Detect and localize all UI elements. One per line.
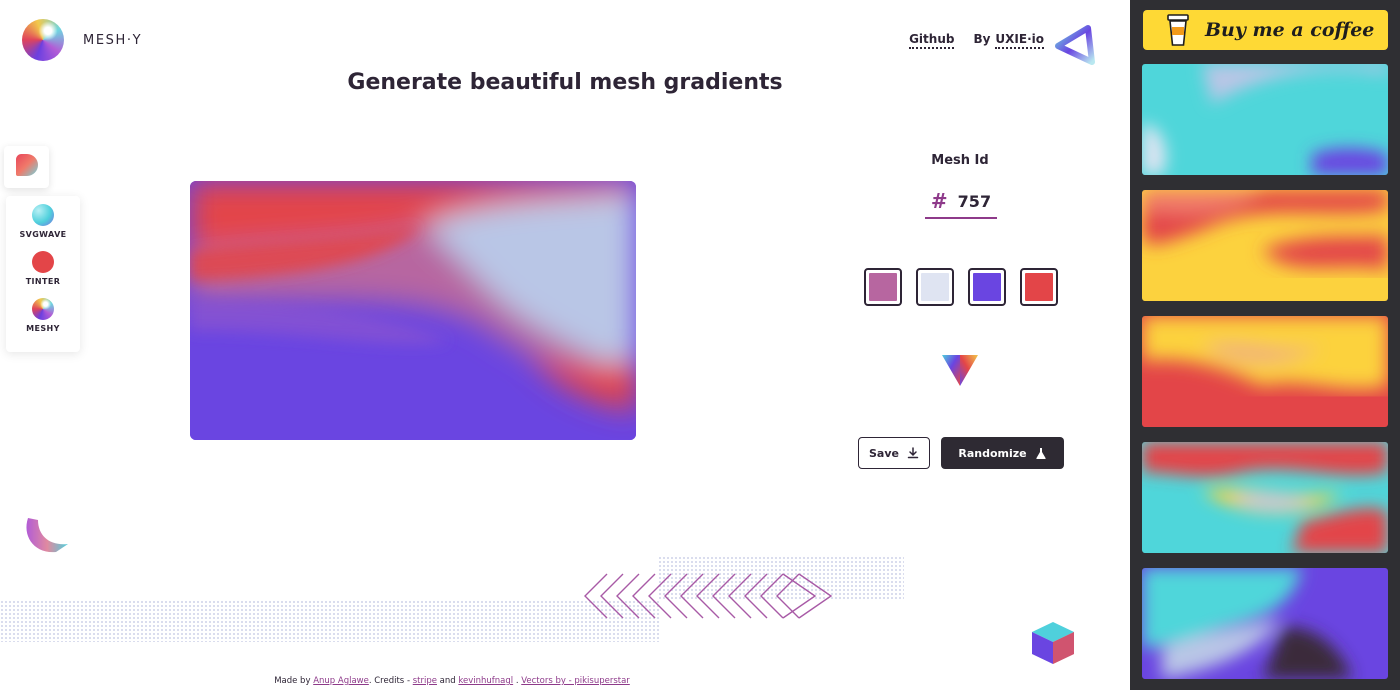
footer-made-by: Made by bbox=[274, 676, 311, 686]
sidebar-item-label: MESHY bbox=[26, 324, 60, 333]
tools-sidebar: SVGWAVE TINTER MESHY bbox=[6, 196, 80, 352]
randomize-label: Randomize bbox=[958, 446, 1027, 460]
gallery-thumbnail-1[interactable] bbox=[1142, 64, 1388, 175]
coffee-label: Buy me a coffee bbox=[1205, 19, 1375, 41]
by-prefix: By bbox=[973, 32, 991, 46]
sidebar-item-label: SVGWAVE bbox=[19, 230, 67, 239]
triangle-3d-icon bbox=[1055, 25, 1095, 65]
brand-mark-icon bbox=[16, 154, 38, 176]
thumbnail-gradient bbox=[1142, 442, 1388, 553]
swatch-fill bbox=[973, 273, 1001, 301]
sidebar-item-meshy[interactable]: MESHY bbox=[6, 298, 80, 333]
mesh-id-value: 757 bbox=[957, 191, 992, 211]
color-swatch-1[interactable] bbox=[864, 268, 902, 306]
save-label: Save bbox=[869, 446, 899, 460]
side-toggle[interactable] bbox=[4, 146, 49, 188]
footer-sep: . bbox=[515, 676, 519, 686]
thumbnail-gradient bbox=[1142, 316, 1388, 427]
gallery-sidebar: Buy me a coffee bbox=[1130, 0, 1400, 690]
swatch-fill bbox=[869, 273, 897, 301]
cube-decoration-icon bbox=[1032, 622, 1074, 664]
uxie-link[interactable]: UXIE·io bbox=[995, 32, 1044, 49]
mesh-gradient-preview bbox=[190, 181, 636, 440]
app-name: MESH·Y bbox=[83, 32, 143, 48]
arc-decoration-icon bbox=[26, 518, 68, 553]
top-nav: Github By UXIE·io bbox=[909, 32, 1044, 49]
mesh-id-input[interactable]: # 757 bbox=[925, 185, 997, 219]
buy-me-a-coffee-button[interactable]: Buy me a coffee bbox=[1143, 10, 1388, 50]
color-swatch-3[interactable] bbox=[968, 268, 1006, 306]
color-swatch-4[interactable] bbox=[1020, 268, 1058, 306]
meshy-icon bbox=[32, 298, 54, 320]
footer-and: and bbox=[439, 676, 456, 686]
swatch-fill bbox=[1025, 273, 1053, 301]
gallery-thumbnail-4[interactable] bbox=[1142, 442, 1388, 553]
coffee-cup-icon bbox=[1167, 14, 1189, 46]
color-palette bbox=[864, 268, 1058, 306]
chevron-pattern-icon bbox=[584, 573, 833, 619]
logo-orb-icon bbox=[22, 19, 64, 61]
main-area: MESH·Y Github By UXIE·io Generate beauti… bbox=[0, 0, 1130, 690]
stripe-link[interactable]: stripe bbox=[413, 676, 437, 686]
randomize-button[interactable]: Randomize bbox=[941, 437, 1064, 469]
footer-credits: Made by Anup Aglawe. Credits - stripe an… bbox=[0, 676, 904, 686]
prism-icon[interactable] bbox=[940, 352, 980, 388]
gallery-thumbnail-3[interactable] bbox=[1142, 316, 1388, 427]
mesh-gradient-canvas bbox=[190, 181, 636, 440]
tinter-icon bbox=[32, 251, 54, 273]
github-link[interactable]: Github bbox=[909, 32, 955, 49]
kevin-link[interactable]: kevinhufnagl bbox=[458, 676, 513, 686]
by-credit: By UXIE·io bbox=[973, 32, 1044, 49]
thumbnail-gradient bbox=[1142, 190, 1388, 301]
app-logo[interactable]: MESH·Y bbox=[22, 19, 142, 61]
page-headline: Generate beautiful mesh gradients bbox=[347, 70, 783, 95]
hash-icon: # bbox=[930, 189, 948, 213]
sidebar-item-tinter[interactable]: TINTER bbox=[6, 251, 80, 286]
swatch-fill bbox=[921, 273, 949, 301]
sidebar-item-svgwave[interactable]: SVGWAVE bbox=[6, 204, 80, 239]
thumbnail-gradient bbox=[1142, 64, 1388, 175]
flask-icon bbox=[1035, 447, 1046, 459]
svgwave-icon bbox=[32, 204, 54, 226]
vectors-link[interactable]: Vectors by - pikisuperstar bbox=[521, 676, 630, 686]
download-icon bbox=[907, 447, 919, 459]
sidebar-item-label: TINTER bbox=[25, 277, 61, 286]
color-swatch-2[interactable] bbox=[916, 268, 954, 306]
thumbnail-gradient bbox=[1142, 568, 1388, 679]
gallery-thumbnail-2[interactable] bbox=[1142, 190, 1388, 301]
mesh-id-label: Mesh Id bbox=[931, 153, 989, 168]
gallery-thumbnail-5[interactable] bbox=[1142, 568, 1388, 679]
author-link[interactable]: Anup Aglawe bbox=[313, 676, 369, 686]
stipple-decoration bbox=[0, 600, 660, 642]
save-button[interactable]: Save bbox=[858, 437, 930, 469]
footer-credits-text: . Credits - bbox=[368, 676, 411, 686]
